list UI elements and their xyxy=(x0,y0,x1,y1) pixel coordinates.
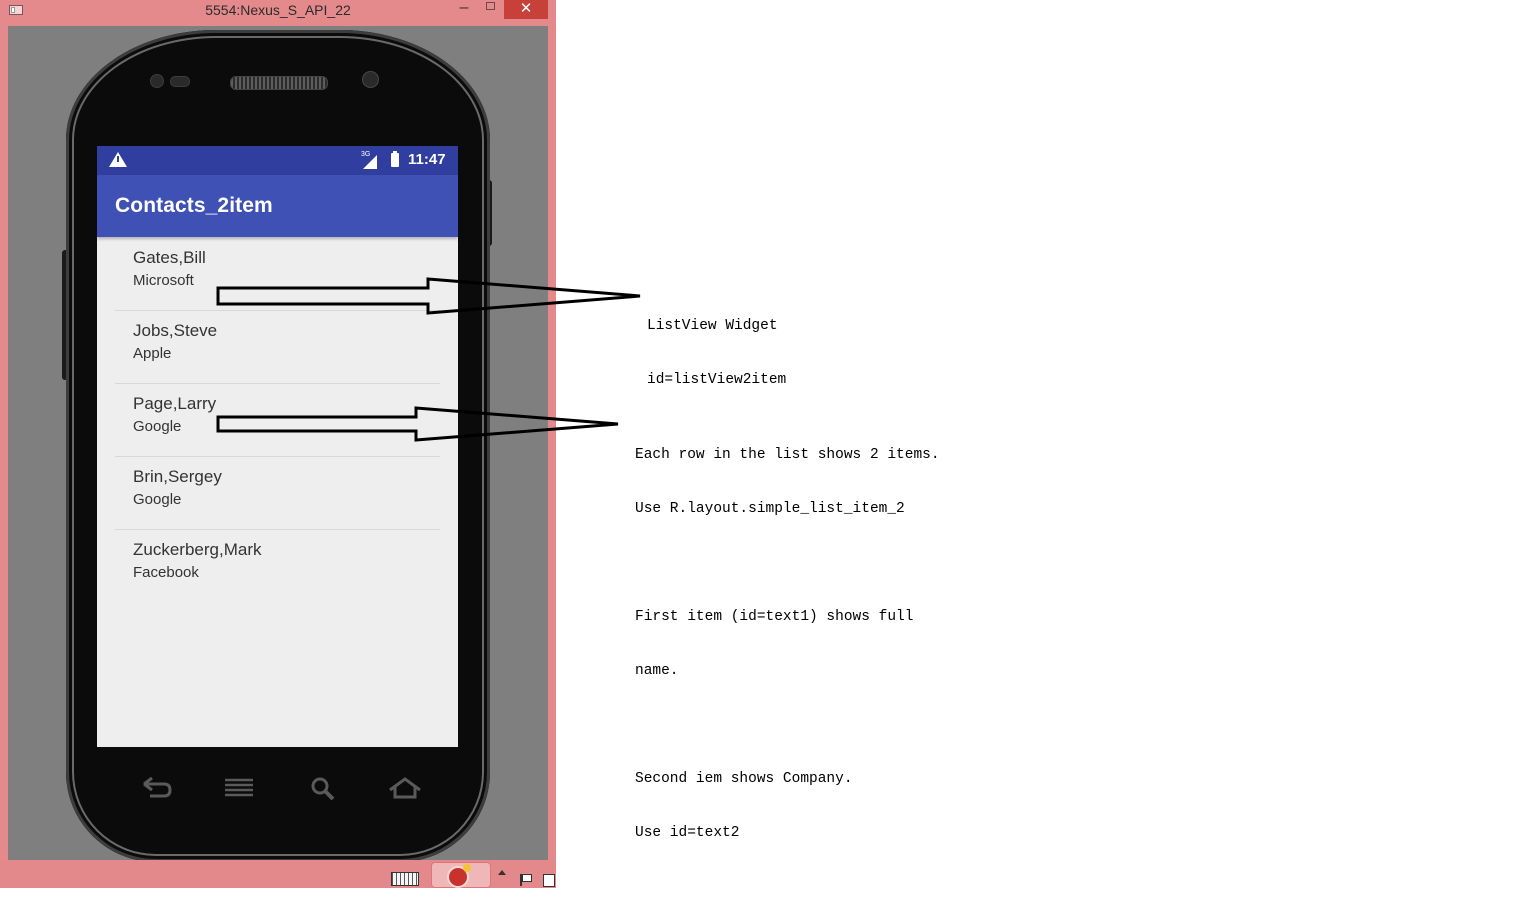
annotation-line: First item (id=text1) shows full xyxy=(635,609,914,625)
annotation-line: id=listView2item xyxy=(647,372,787,388)
arrow-to-row xyxy=(216,406,619,442)
annotation-line: Second iem shows Company. xyxy=(635,771,853,787)
annotation-line xyxy=(635,554,940,572)
arrow-to-listview xyxy=(216,277,641,315)
annotation-line: Use R.layout.simple_list_item_2 xyxy=(635,501,905,517)
annotation-line xyxy=(635,716,940,734)
annotation-line: Use id=text2 xyxy=(635,825,740,841)
annotation-line: Each row in the list shows 2 items. xyxy=(635,447,940,463)
row-annotation: Each row in the list shows 2 items. Use … xyxy=(635,410,940,860)
annotation-line: ListView Widget xyxy=(647,318,778,334)
annotation-line: name. xyxy=(635,663,679,679)
listview-annotation: ListView Widget id=listView2item xyxy=(647,281,786,407)
